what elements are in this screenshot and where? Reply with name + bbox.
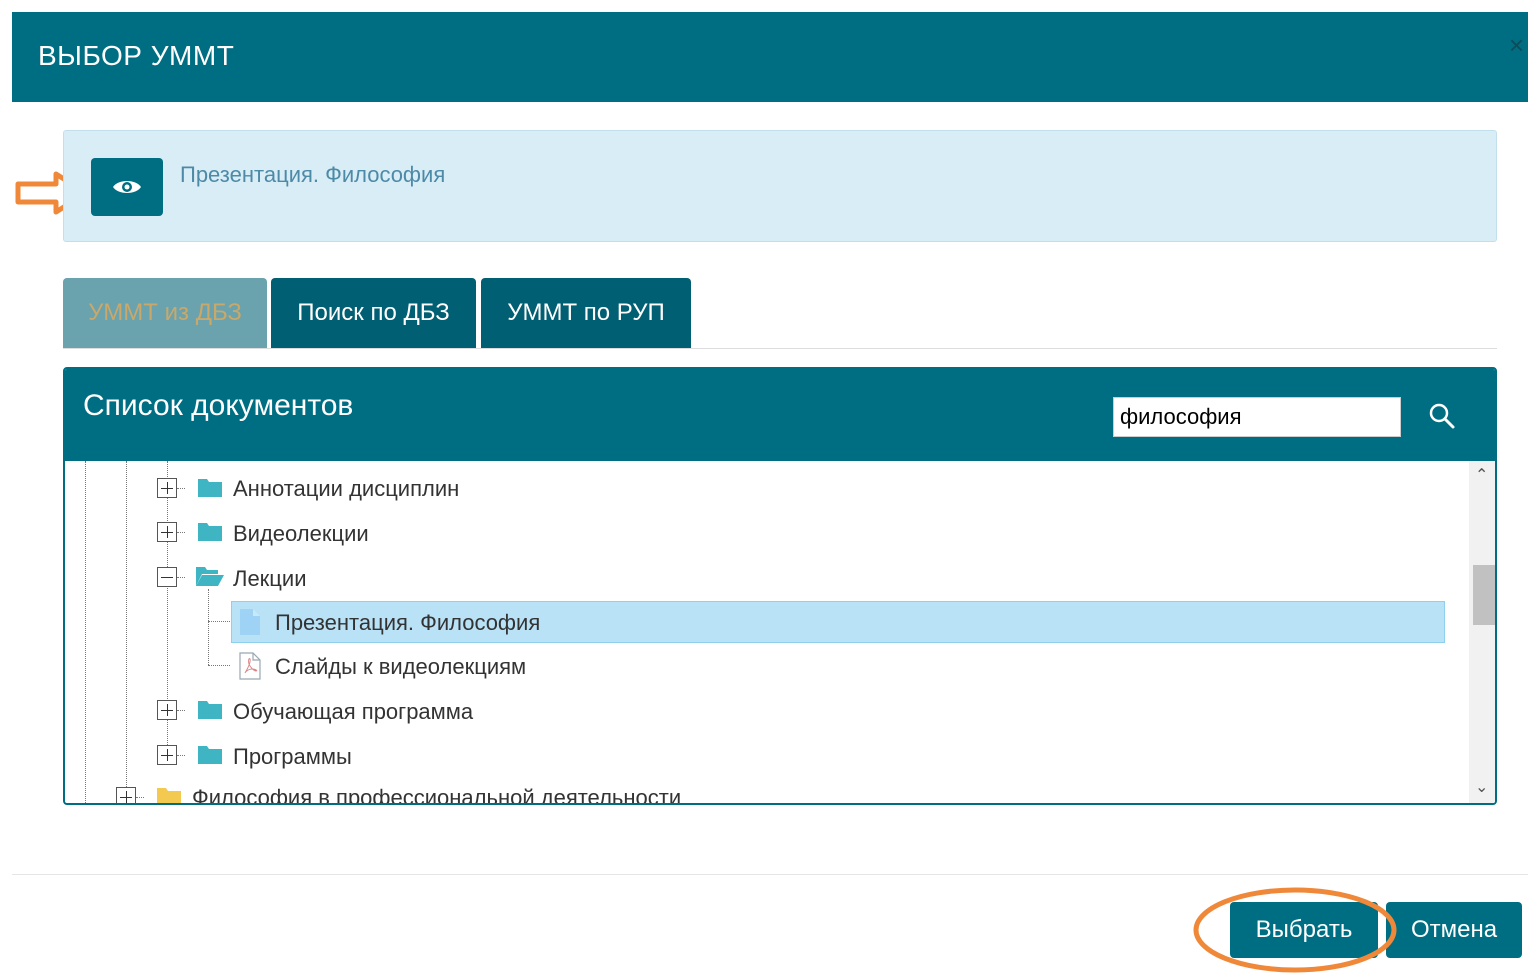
expand-toggle[interactable] <box>157 745 177 765</box>
eye-icon <box>113 181 141 193</box>
tab-ummt-dbz[interactable]: УММТ из ДБЗ <box>63 278 267 348</box>
preview-button[interactable] <box>91 158 163 216</box>
tree-guide-line <box>126 461 127 803</box>
dialog-title: ВЫБОР УММТ <box>38 40 235 71</box>
tree-node-label[interactable]: Видеолекции <box>233 521 369 547</box>
scroll-up-icon[interactable]: ⌃ <box>1475 465 1488 485</box>
search-input[interactable] <box>1113 397 1401 437</box>
selected-document-panel: Презентация. Философия <box>63 130 1497 242</box>
close-icon[interactable]: × <box>1509 30 1524 61</box>
document-list-title: Список документов <box>83 389 354 422</box>
collapse-toggle[interactable] <box>157 567 177 587</box>
tree-guide-line <box>177 532 185 533</box>
pdf-file-icon <box>239 652 261 680</box>
document-tree: Аннотации дисциплин Видеолекции Лекции П… <box>65 461 1469 803</box>
scrollbar-thumb[interactable] <box>1473 565 1495 625</box>
tree-guide-line <box>177 577 185 578</box>
tree-scrollbar[interactable]: ⌃ ⌄ <box>1469 461 1495 803</box>
document-list-panel: Список документов Аннотации дисциплин Ви… <box>63 367 1497 805</box>
tree-node-label[interactable]: Аннотации дисциплин <box>233 476 459 502</box>
document-icon <box>240 609 260 635</box>
tree-node-label[interactable]: Лекции <box>233 566 306 592</box>
tree-node-label[interactable]: Слайды к видеолекциям <box>275 654 526 680</box>
document-list-header: Список документов <box>65 369 1495 461</box>
tree-guide-line <box>208 621 230 622</box>
tree-guide-line <box>208 665 230 666</box>
tree-guide-line <box>177 488 185 489</box>
tree-node-label[interactable]: Обучающая программа <box>233 699 473 725</box>
expand-toggle[interactable] <box>157 478 177 498</box>
tree-guide-line <box>85 461 86 803</box>
highlight-ring-annotation-icon <box>1193 887 1397 973</box>
tab-search-dbz[interactable]: Поиск по ДБЗ <box>271 278 476 348</box>
dialog-header: ВЫБОР УММТ × <box>12 12 1528 102</box>
tree-guide-line <box>208 589 209 665</box>
expand-toggle[interactable] <box>157 700 177 720</box>
folder-icon <box>198 479 222 497</box>
expand-toggle[interactable] <box>116 787 136 803</box>
folder-icon <box>198 701 222 719</box>
folder-open-icon <box>196 567 224 586</box>
tree-guide-line <box>136 797 144 798</box>
tree-guide-line <box>177 710 185 711</box>
folder-icon <box>198 746 222 764</box>
tree-guide-line <box>177 755 185 756</box>
cancel-button[interactable]: Отмена <box>1386 902 1522 958</box>
search-icon[interactable] <box>1427 401 1457 431</box>
tree-node-label-selected[interactable]: Презентация. Философия <box>275 610 540 636</box>
expand-toggle[interactable] <box>157 522 177 542</box>
tab-ummt-rup[interactable]: УММТ по РУП <box>481 278 691 348</box>
footer-divider <box>12 874 1528 875</box>
scroll-down-icon[interactable]: ⌄ <box>1475 777 1488 797</box>
tree-node-label[interactable]: Философия в профессиональной деятельност… <box>192 785 681 803</box>
tab-bar: УММТ из ДБЗ Поиск по ДБЗ УММТ по РУП <box>63 278 1497 349</box>
tree-node-label[interactable]: Программы <box>233 744 352 770</box>
selected-document-name: Презентация. Философия <box>180 162 446 187</box>
folder-icon <box>157 788 181 803</box>
folder-icon <box>198 523 222 541</box>
